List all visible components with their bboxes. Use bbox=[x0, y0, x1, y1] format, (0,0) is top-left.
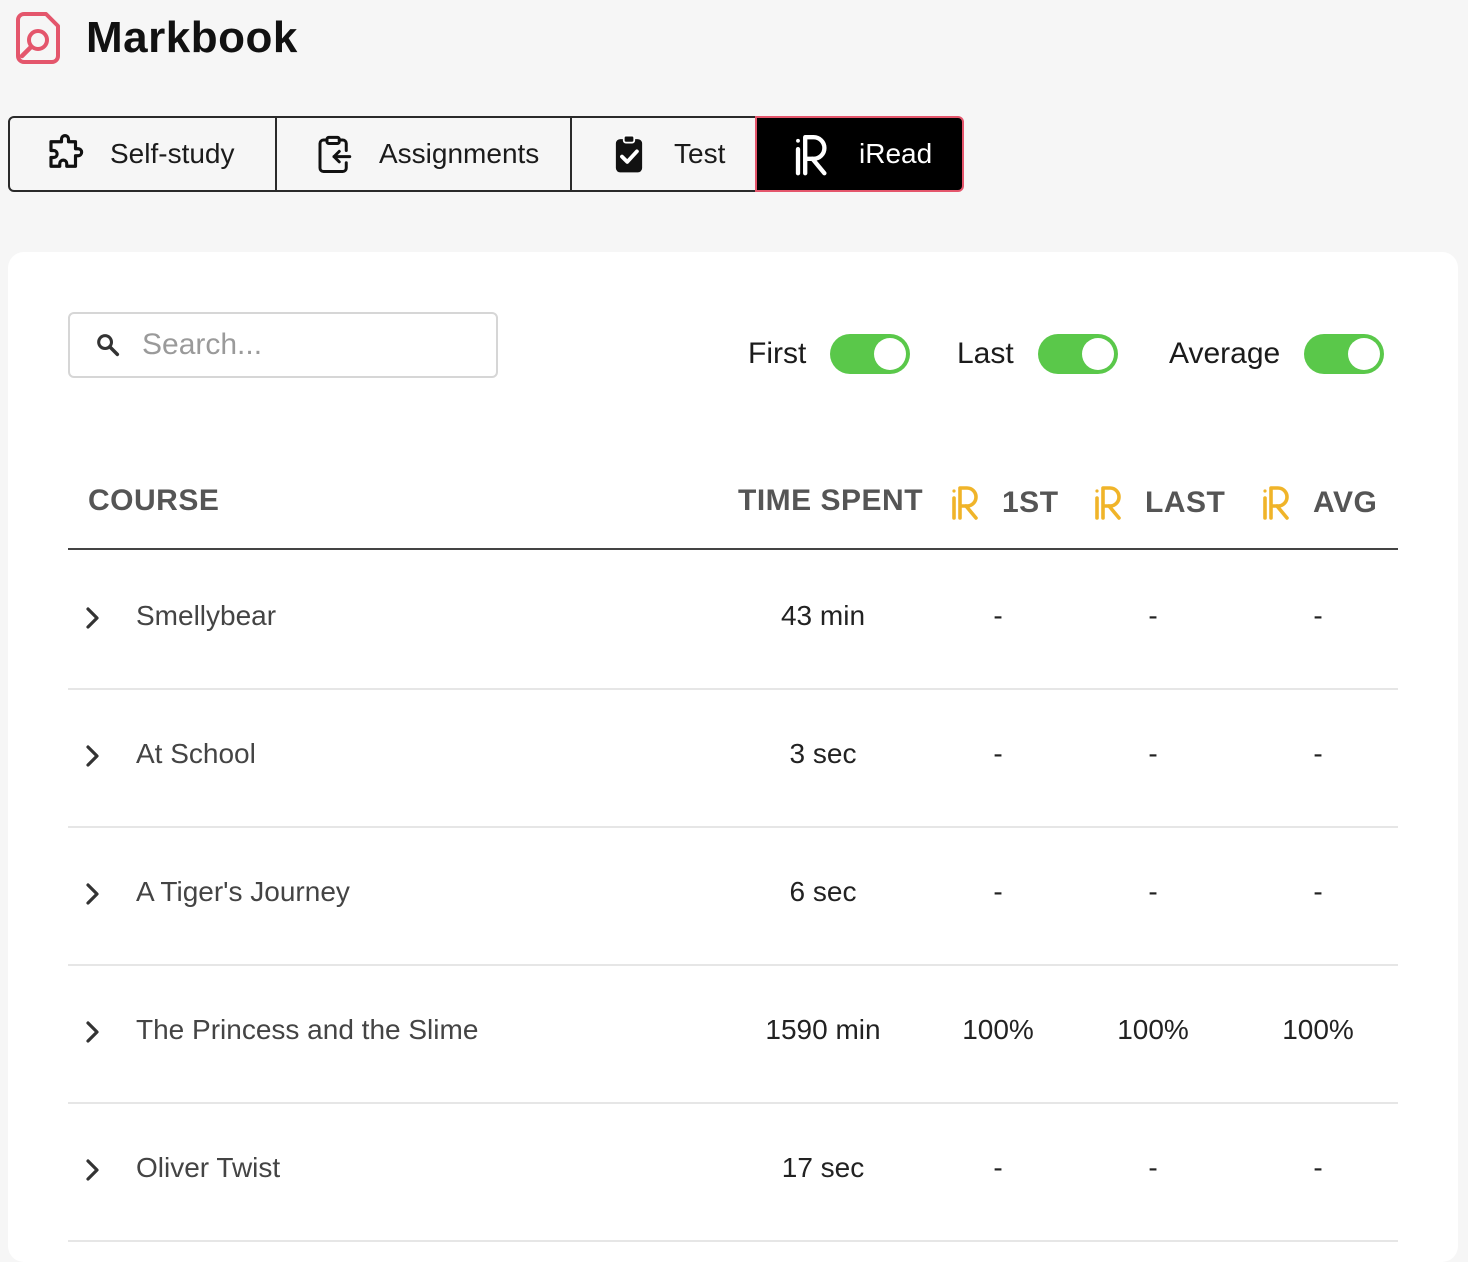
course-name: A Tiger's Journey bbox=[136, 876, 350, 907]
tab-label: Test bbox=[674, 138, 726, 169]
first-score: - bbox=[993, 1152, 1003, 1183]
course-name: Smellybear bbox=[136, 600, 277, 631]
puzzle-icon bbox=[44, 133, 86, 175]
tab-label: Assignments bbox=[379, 138, 540, 169]
toggle-knob bbox=[874, 338, 907, 370]
first-score: - bbox=[993, 876, 1003, 907]
last-toggle-switch[interactable] bbox=[1037, 334, 1118, 374]
table-row[interactable]: The Princess and the Slime 1590 min 100%… bbox=[68, 964, 1398, 1104]
avg-score: 100% bbox=[1282, 1014, 1354, 1045]
last-score: - bbox=[1148, 600, 1158, 631]
chevron-right-icon[interactable] bbox=[82, 604, 104, 632]
course-name: Oliver Twist bbox=[136, 1152, 281, 1183]
time-spent: 3 sec bbox=[789, 738, 857, 769]
tab-iread[interactable]: iRead bbox=[755, 116, 964, 192]
app-header: Markbook bbox=[16, 8, 298, 68]
course-name: At School bbox=[136, 738, 256, 769]
first-score: 100% bbox=[962, 1014, 1034, 1045]
average-toggle-switch[interactable] bbox=[1304, 334, 1385, 374]
table-header: COURSE TIME SPENT 1ST LAST AVG bbox=[68, 462, 1398, 550]
column-header-avg: AVG bbox=[1261, 484, 1377, 524]
first-toggle-switch[interactable] bbox=[830, 334, 911, 374]
first-score: - bbox=[993, 738, 1003, 769]
toggle-knob bbox=[1348, 338, 1381, 370]
chevron-right-icon[interactable] bbox=[82, 742, 104, 770]
column-header-label: 1ST bbox=[1002, 485, 1059, 519]
time-spent: 6 sec bbox=[789, 876, 857, 907]
course-name: The Princess and the Slime bbox=[136, 1014, 479, 1045]
tab-label: Self-study bbox=[110, 138, 235, 169]
iread-logo-icon bbox=[1261, 482, 1289, 522]
last-score: 100% bbox=[1117, 1014, 1189, 1045]
avg-score: - bbox=[1313, 876, 1323, 907]
toggle-knob bbox=[1081, 338, 1114, 370]
iread-logo-icon bbox=[789, 133, 831, 176]
page-title: Markbook bbox=[86, 13, 298, 62]
search-box[interactable] bbox=[68, 312, 498, 378]
toggle-last: Last bbox=[957, 334, 1118, 374]
avg-score: - bbox=[1313, 1152, 1323, 1183]
markbook-card: First Last Average COURSE TIME SPENT 1ST… bbox=[8, 252, 1458, 1262]
toggle-first: First bbox=[748, 334, 911, 374]
tab-self-study[interactable]: Self-study bbox=[8, 116, 277, 192]
table-row[interactable]: Oliver Twist 17 sec - - - bbox=[68, 1102, 1398, 1242]
last-score: - bbox=[1148, 1152, 1158, 1183]
tab-label: iRead bbox=[859, 138, 933, 169]
toggle-average: Average bbox=[1169, 334, 1385, 374]
column-header-label: LAST bbox=[1145, 485, 1226, 519]
avg-score: - bbox=[1313, 738, 1323, 769]
time-spent: 17 sec bbox=[781, 1152, 865, 1183]
time-spent: 43 min bbox=[780, 600, 866, 631]
toggle-label: Last bbox=[957, 337, 1014, 370]
iread-logo-icon bbox=[1093, 482, 1121, 522]
column-header-course: COURSE bbox=[88, 484, 220, 517]
tab-assignments[interactable]: Assignments bbox=[275, 116, 572, 192]
chevron-right-icon[interactable] bbox=[82, 1156, 104, 1184]
search-icon bbox=[97, 334, 120, 357]
table-row[interactable]: A Tiger's Journey 6 sec - - - bbox=[68, 826, 1398, 966]
tab-bar: Self-study Assignments Test iRead bbox=[8, 116, 964, 192]
avg-score: - bbox=[1313, 600, 1323, 631]
toggle-label: First bbox=[748, 337, 807, 370]
chevron-right-icon[interactable] bbox=[82, 880, 104, 908]
last-score: - bbox=[1148, 738, 1158, 769]
column-header-label: AVG bbox=[1313, 485, 1378, 519]
table-row[interactable]: Smellybear 43 min - - - bbox=[68, 550, 1398, 690]
table-row[interactable]: At School 3 sec - - - bbox=[68, 688, 1398, 828]
chevron-right-icon[interactable] bbox=[82, 1018, 104, 1046]
column-header-first: 1ST bbox=[950, 484, 1059, 524]
tab-test[interactable]: Test bbox=[570, 116, 757, 192]
iread-logo-icon bbox=[950, 482, 978, 522]
last-score: - bbox=[1148, 876, 1158, 907]
column-header-time-spent: TIME SPENT bbox=[738, 484, 924, 517]
clipboard-return-icon bbox=[313, 133, 355, 175]
search-input[interactable] bbox=[140, 327, 484, 363]
markbook-logo-icon bbox=[16, 12, 60, 64]
toggle-label: Average bbox=[1169, 337, 1281, 370]
clipboard-check-icon bbox=[608, 133, 650, 175]
column-header-last: LAST bbox=[1093, 484, 1225, 524]
first-score: - bbox=[993, 600, 1003, 631]
time-spent: 1590 min bbox=[765, 1014, 881, 1045]
